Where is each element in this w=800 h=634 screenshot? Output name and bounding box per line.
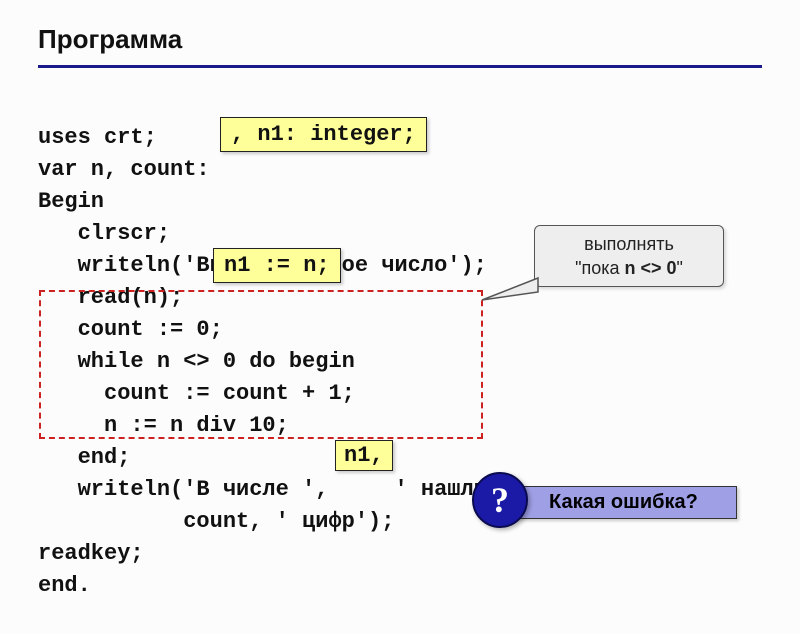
speech-line1: выполнять [549,232,709,256]
code-line: end; [38,445,130,470]
code-line: writeln('В числе ', [38,477,328,502]
code-line: var n, count: [38,157,210,182]
code-line: end. [38,573,91,598]
speech-tail-icon [480,270,540,310]
code-line: Begin [38,189,104,214]
question-banner: Какая ошибка? [500,486,737,519]
code-line: n := n div 10; [38,413,289,438]
code-line: clrscr; [38,221,170,246]
question-text: Какая ошибка? [549,491,698,513]
code-line: count := count + 1; [38,381,355,406]
code-line: count, ' цифр'); [38,509,394,534]
callout-n1-assign: n1 := n; [213,248,341,283]
code-block: uses crt; var n, count: Begin clrscr; wr… [38,90,762,634]
page-title: Программа [38,24,762,55]
question-mark-icon: ? [472,472,528,528]
callout-n1-out: n1, [335,440,393,471]
code-line: read(n); [38,285,183,310]
code-line: count := 0; [38,317,223,342]
title-rule [38,65,762,68]
code-line: readkey; [38,541,144,566]
code-line: uses crt; [38,125,157,150]
speech-bubble: выполнять "пока n <> 0" [534,225,724,287]
code-line: while n <> 0 do begin [38,349,355,374]
speech-line2: "пока n <> 0" [549,256,709,280]
callout-n1-integer: , n1: integer; [220,117,427,152]
